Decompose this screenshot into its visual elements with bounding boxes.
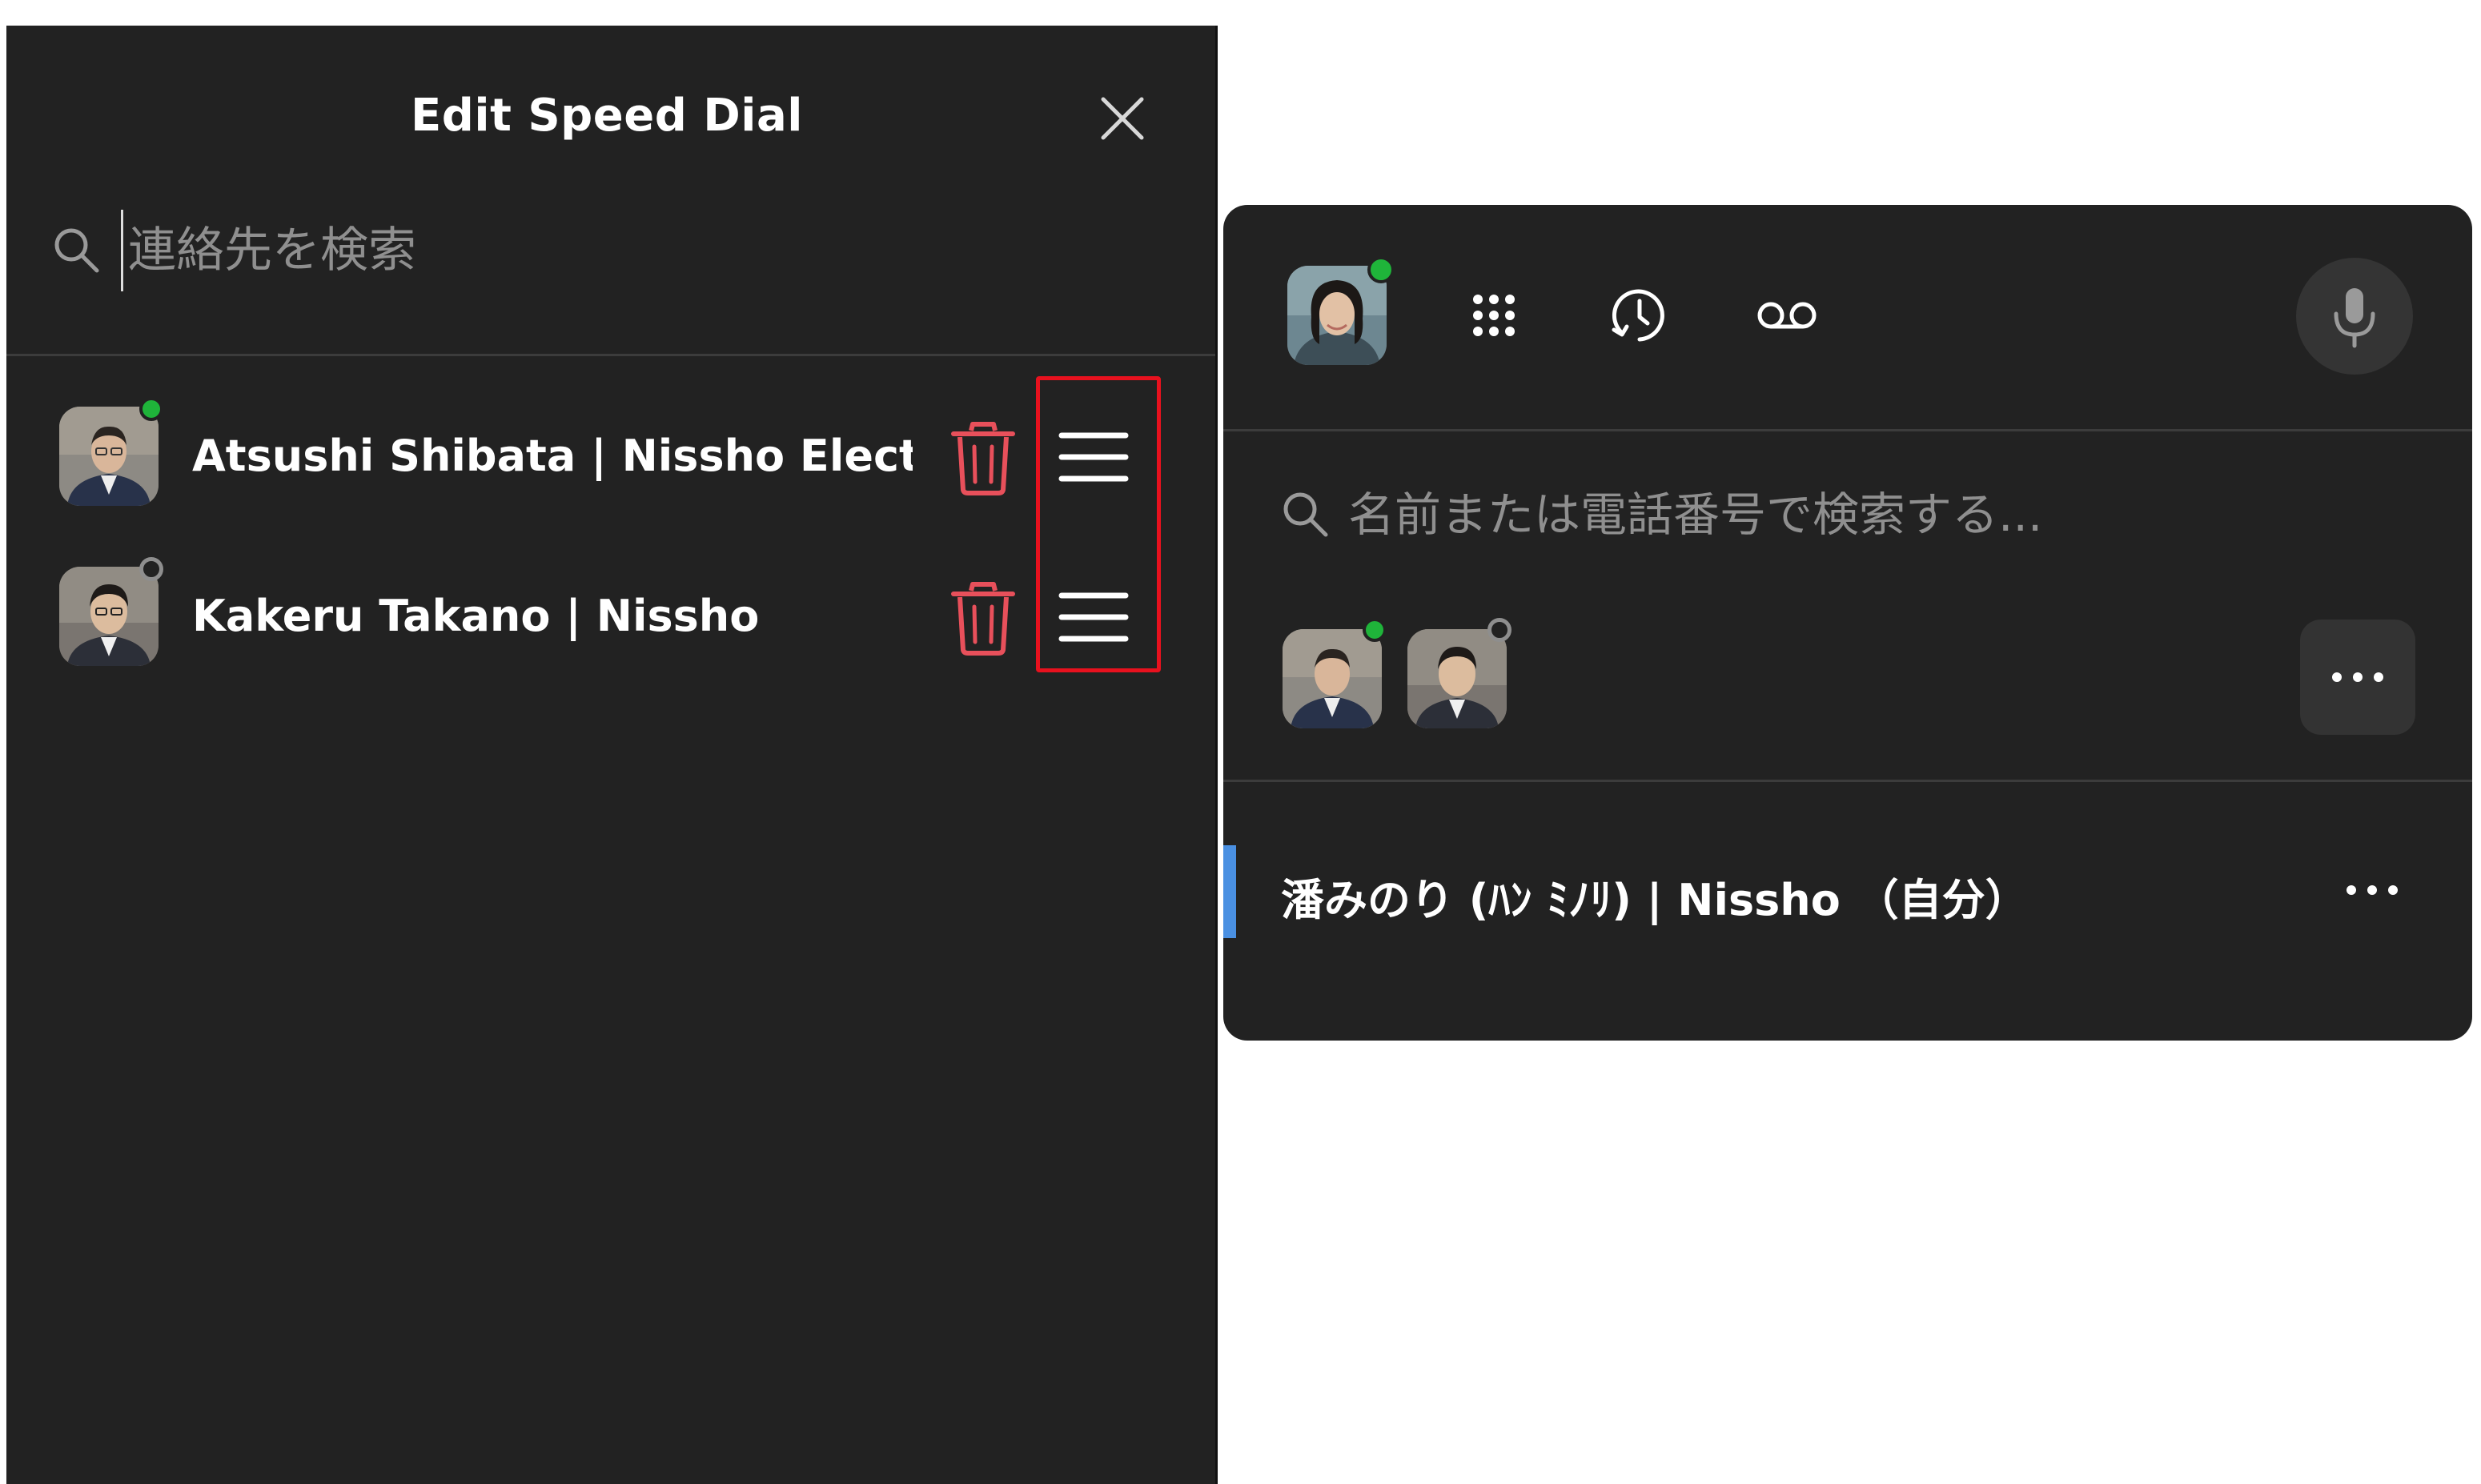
divider bbox=[6, 354, 1215, 356]
microphone-button[interactable] bbox=[2296, 258, 2413, 375]
more-horizontal-icon bbox=[2332, 672, 2383, 682]
speed-dial-row: Atsushi Shibata | Nissho Elect... bbox=[6, 397, 1215, 512]
presence-online-indicator bbox=[1367, 256, 1395, 283]
avatar bbox=[59, 567, 159, 666]
call-history-icon bbox=[1612, 289, 1664, 342]
my-avatar[interactable] bbox=[1287, 266, 1387, 365]
presence-online-indicator bbox=[1363, 618, 1387, 642]
dialpad-button[interactable] bbox=[1462, 283, 1526, 347]
search-icon bbox=[1283, 492, 1328, 537]
avatar bbox=[59, 407, 159, 506]
contact-search-input[interactable] bbox=[121, 210, 1090, 291]
my-line-row[interactable]: 潘みのり (ﾊﾝ ﾐﾉﾘ) | Nissho （自分） bbox=[1223, 845, 2472, 957]
more-horizontal-icon bbox=[2347, 885, 2398, 895]
search-icon bbox=[54, 228, 99, 273]
my-line-more-button[interactable] bbox=[2336, 866, 2408, 914]
contact-name: Atsushi Shibata | Nissho Elect... bbox=[192, 431, 913, 481]
speed-dial-title: Edit Speed Dial bbox=[411, 90, 803, 142]
microphone-icon bbox=[2334, 288, 2375, 348]
selected-accent-bar bbox=[1223, 845, 1236, 938]
favorites-more-button[interactable] bbox=[2300, 620, 2415, 735]
reorder-highlight-box bbox=[1036, 376, 1161, 672]
speed-dial-row: Kakeru Takano | Nissho bbox=[6, 557, 1215, 672]
trash-icon bbox=[951, 422, 1015, 495]
favorite-contact-avatar[interactable] bbox=[1407, 629, 1507, 728]
phone-panel: 潘みのり (ﾊﾝ ﾐﾉﾘ) | Nissho （自分） bbox=[1223, 205, 2472, 1041]
voicemail-icon bbox=[1757, 302, 1817, 329]
contact-search bbox=[50, 210, 1187, 298]
name-or-number-search-input[interactable] bbox=[1347, 474, 2310, 555]
presence-offline-indicator bbox=[139, 557, 163, 581]
divider bbox=[1223, 429, 2472, 431]
divider bbox=[1223, 780, 2472, 782]
presence-online-indicator bbox=[139, 397, 163, 421]
favorite-contact-avatar[interactable] bbox=[1283, 629, 1382, 728]
contact-name: Kakeru Takano | Nissho bbox=[192, 591, 760, 641]
delete-button[interactable] bbox=[947, 419, 1019, 496]
call-history-button[interactable] bbox=[1608, 283, 1672, 347]
close-icon bbox=[1101, 97, 1144, 140]
presence-offline-indicator bbox=[1487, 618, 1511, 642]
phone-search bbox=[1279, 474, 2320, 555]
delete-button[interactable] bbox=[947, 580, 1019, 656]
dialpad-icon bbox=[1473, 295, 1515, 336]
edit-speed-dial-panel: Edit Speed Dial A bbox=[6, 26, 1218, 1484]
my-line-label: 潘みのり (ﾊﾝ ﾐﾉﾘ) | Nissho （自分） bbox=[1281, 875, 2029, 925]
close-button[interactable] bbox=[1094, 90, 1151, 147]
trash-icon bbox=[951, 582, 1015, 656]
voicemail-button[interactable] bbox=[1755, 283, 1819, 347]
